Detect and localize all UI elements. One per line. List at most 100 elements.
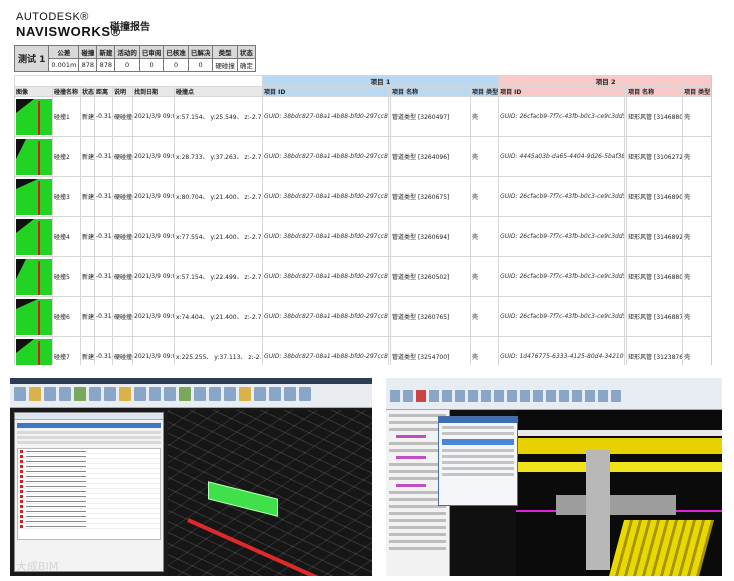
- item1-type: 壳: [470, 176, 500, 217]
- watermark: 大成BIM: [16, 560, 59, 573]
- item2-id: GUID: 4445a03b-da65-4404-9d26-5baf38cf83…: [498, 136, 626, 177]
- summary-header: 已审阅: [138, 45, 165, 59]
- item1-type: 壳: [470, 296, 500, 337]
- item2-name: 矩形风管 [3146890]: [626, 176, 684, 217]
- item2-id: GUID: 1d476775-6333-4125-80d4-342107d584…: [498, 336, 626, 365]
- summary-header: 状态: [236, 45, 256, 59]
- column-header: 项目 名称: [626, 86, 684, 97]
- navisworks-screenshot: 大成BIM: [10, 378, 372, 576]
- item2-name: 矩形风管 [3123876]: [626, 336, 684, 365]
- item1-id: GUID: 38bdc827-08a1-4b88-bfd0-297cc89e33…: [262, 136, 390, 177]
- item2-type: 壳: [682, 216, 711, 257]
- group-blank: [14, 75, 264, 87]
- clash-thumbnail: [16, 218, 52, 255]
- clash-distance: -0.312: [94, 336, 113, 365]
- table-row[interactable]: 碰撞4新建-0.315硬碰撞2021/3/9 09:05x:77.554、 y:…: [14, 216, 711, 257]
- clash-status: 新建: [80, 296, 95, 337]
- column-header: 状态: [80, 86, 95, 97]
- item1-name: 管道类型 [3264096]: [390, 136, 472, 177]
- table-row[interactable]: 碰撞1新建-0.315硬碰撞2021/3/9 09:05x:57.154、 y:…: [14, 96, 711, 137]
- summary-table: 测试 1 公差 碰撞 新建 活动的 已审阅 已核准 已解决 类型 状态 0.00…: [13, 45, 256, 72]
- green-duct: [208, 481, 278, 517]
- clash-image-cell: [14, 136, 53, 177]
- clash-result-list[interactable]: [17, 448, 161, 540]
- summary-value: 0.001m: [48, 58, 80, 72]
- table-row[interactable]: 碰撞6新建-0.315硬碰撞2021/3/9 09:05x:74.404、 y:…: [14, 296, 711, 337]
- column-header: 项目 名称: [390, 86, 472, 97]
- clash-thumbnail: [16, 138, 52, 175]
- navisworks-3d-viewport[interactable]: [168, 410, 372, 576]
- item1-type: 壳: [470, 216, 500, 257]
- brand-line2: NAVISWORKS®: [16, 24, 121, 39]
- clash-image-cell: [14, 256, 53, 297]
- clash-point: x:57.154、 y:22.499、 z:-2.750: [173, 256, 264, 297]
- item2-type: 壳: [682, 336, 711, 365]
- item1-type: 壳: [470, 96, 500, 137]
- column-header: 项目 ID: [262, 86, 390, 97]
- red-pipe: [187, 518, 345, 576]
- clash-distance: -0.315: [94, 136, 113, 177]
- revit-3d-viewport[interactable]: [516, 410, 722, 576]
- item1-type: 壳: [470, 136, 500, 177]
- clash-description: 硬碰撞: [112, 136, 133, 177]
- clash-status: 新建: [80, 176, 95, 217]
- revit-screenshot: [386, 378, 722, 576]
- clash-name: 碰撞1: [52, 96, 81, 137]
- table-row[interactable]: 碰撞5新建-0.315硬碰撞2021/3/9 09:05x:57.154、 y:…: [14, 256, 711, 297]
- table-row[interactable]: 碰撞3新建-0.315硬碰撞2021/3/9 09:05x:80.704、 y:…: [14, 176, 711, 217]
- clash-name: 碰撞3: [52, 176, 81, 217]
- summary-value: 确定: [236, 58, 256, 72]
- ribbon-toolbar-revit: [386, 378, 722, 410]
- clash-status: 新建: [80, 96, 95, 137]
- ribbon-icons: [14, 387, 368, 405]
- clash-thumbnail: [16, 98, 52, 135]
- clash-description: 硬碰撞: [112, 296, 133, 337]
- clash-table: 项目 1 项目 2 图像 碰撞名称 状态 距离 说明 找到日期 碰撞点 项目 I…: [14, 75, 711, 365]
- clash-distance: -0.315: [94, 256, 113, 297]
- clash-date-found: 2021/3/9 09:05: [132, 256, 175, 297]
- item1-type: 壳: [470, 336, 500, 365]
- item2-id: GUID: 26cfacb9-7f7c-43fb-b0c3-ce9c3dd5a9…: [498, 296, 626, 337]
- item2-id: GUID: 26cfacb9-7f7c-43fb-b0c3-ce9c3dd5a9…: [498, 176, 626, 217]
- item2-name: 矩形风管 [3146880]: [626, 96, 684, 137]
- clash-date-found: 2021/3/9 09:05: [132, 216, 175, 257]
- item1-id: GUID: 38bdc827-08a1-4b88-bfd0-297cc89e3c…: [262, 296, 390, 337]
- clash-point: x:28.733、 y:37.263、 z:-2.750: [173, 136, 264, 177]
- item1-type: 壳: [470, 256, 500, 297]
- clash-thumbnail: [16, 298, 52, 335]
- item2-name: 矩形风管 [3106272]: [626, 136, 684, 177]
- clash-status: 新建: [80, 256, 95, 297]
- clash-status: 新建: [80, 136, 95, 177]
- clash-image-cell: [14, 336, 53, 365]
- column-header: 碰撞名称: [52, 86, 81, 97]
- clash-date-found: 2021/3/9 09:05: [132, 176, 175, 217]
- item2-name: 矩形风管 [3146887]: [626, 296, 684, 337]
- column-header: 项目 类型: [682, 86, 711, 97]
- item1-name: 管道类型 [3260502]: [390, 256, 472, 297]
- clash-distance: -0.315: [94, 96, 113, 137]
- clash-name: 碰撞7: [52, 336, 81, 365]
- summary-value: 0: [187, 58, 214, 72]
- item2-type: 壳: [682, 296, 711, 337]
- summary-header: 活动的: [114, 45, 140, 59]
- interference-dialog[interactable]: [438, 416, 518, 506]
- summary-header: 公差: [48, 45, 80, 59]
- summary-value: 878: [78, 58, 98, 72]
- clash-status: 新建: [80, 336, 95, 365]
- table-row[interactable]: 碰撞7新建-0.312硬碰撞2021/3/9 09:05x:225.255、 y…: [14, 336, 711, 365]
- ribbon-tabs: [10, 378, 372, 384]
- column-header: 项目 类型: [470, 86, 500, 97]
- clash-name: 碰撞6: [52, 296, 81, 337]
- clash-distance: -0.315: [94, 176, 113, 217]
- column-header: 图像: [14, 86, 53, 97]
- summary-header: 类型: [212, 45, 238, 59]
- table-row[interactable]: 碰撞2新建-0.315硬碰撞2021/3/9 09:05x:28.733、 y:…: [14, 136, 711, 177]
- clash-detective-panel: [14, 412, 164, 572]
- item1-id: GUID: 38bdc827-08a1-4b88-bfd0-297cc89e54…: [262, 336, 390, 365]
- clash-distance: -0.315: [94, 296, 113, 337]
- item2-type: 壳: [682, 136, 711, 177]
- summary-value: 878: [96, 58, 116, 72]
- item2-type: 壳: [682, 176, 711, 217]
- summary-value: 0: [114, 58, 140, 72]
- clash-image-cell: [14, 296, 53, 337]
